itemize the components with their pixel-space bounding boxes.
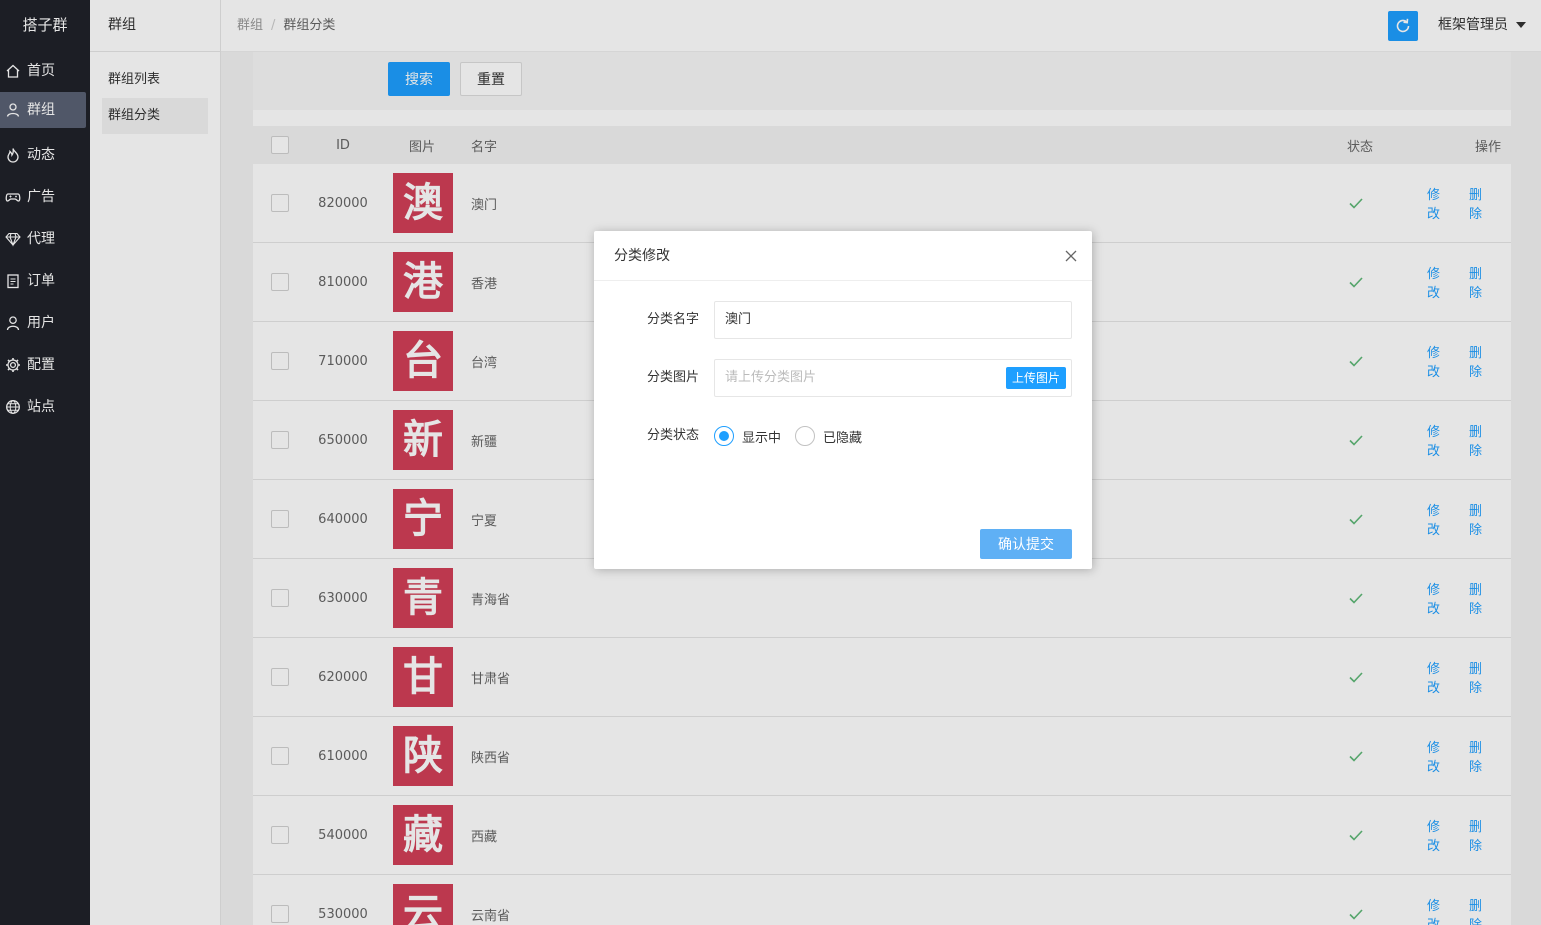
status-option-hidden-label[interactable]: 已隐藏 [823, 427, 862, 446]
form-row-status: 分类状态 显示中 已隐藏 [594, 417, 1092, 455]
edit-category-dialog: 分类修改 分类名字 澳门 分类图片 请上传分类图片 上传图片 分类状态 显示中 … [594, 231, 1092, 569]
category-name-input[interactable]: 澳门 [714, 301, 1072, 339]
category-image-input[interactable]: 请上传分类图片 上传图片 [714, 359, 1072, 397]
form-row-name: 分类名字 澳门 [594, 301, 1092, 339]
upload-image-button[interactable]: 上传图片 [1005, 367, 1066, 389]
category-status-label: 分类状态 [646, 428, 699, 443]
category-image-placeholder: 请上传分类图片 [725, 370, 817, 385]
form-row-image: 分类图片 请上传分类图片 上传图片 [594, 359, 1092, 397]
category-image-label: 分类图片 [646, 370, 699, 385]
dialog-title: 分类修改 [594, 231, 1092, 281]
dialog-title-text: 分类修改 [614, 248, 670, 264]
close-icon[interactable] [1064, 249, 1078, 263]
status-option-visible-label[interactable]: 显示中 [742, 427, 781, 446]
status-radio-hidden[interactable] [795, 426, 816, 446]
submit-button[interactable]: 确认提交 [980, 529, 1072, 559]
status-radio-group: 显示中 已隐藏 [714, 417, 876, 455]
category-name-label: 分类名字 [646, 312, 699, 327]
status-radio-visible[interactable] [714, 426, 734, 446]
